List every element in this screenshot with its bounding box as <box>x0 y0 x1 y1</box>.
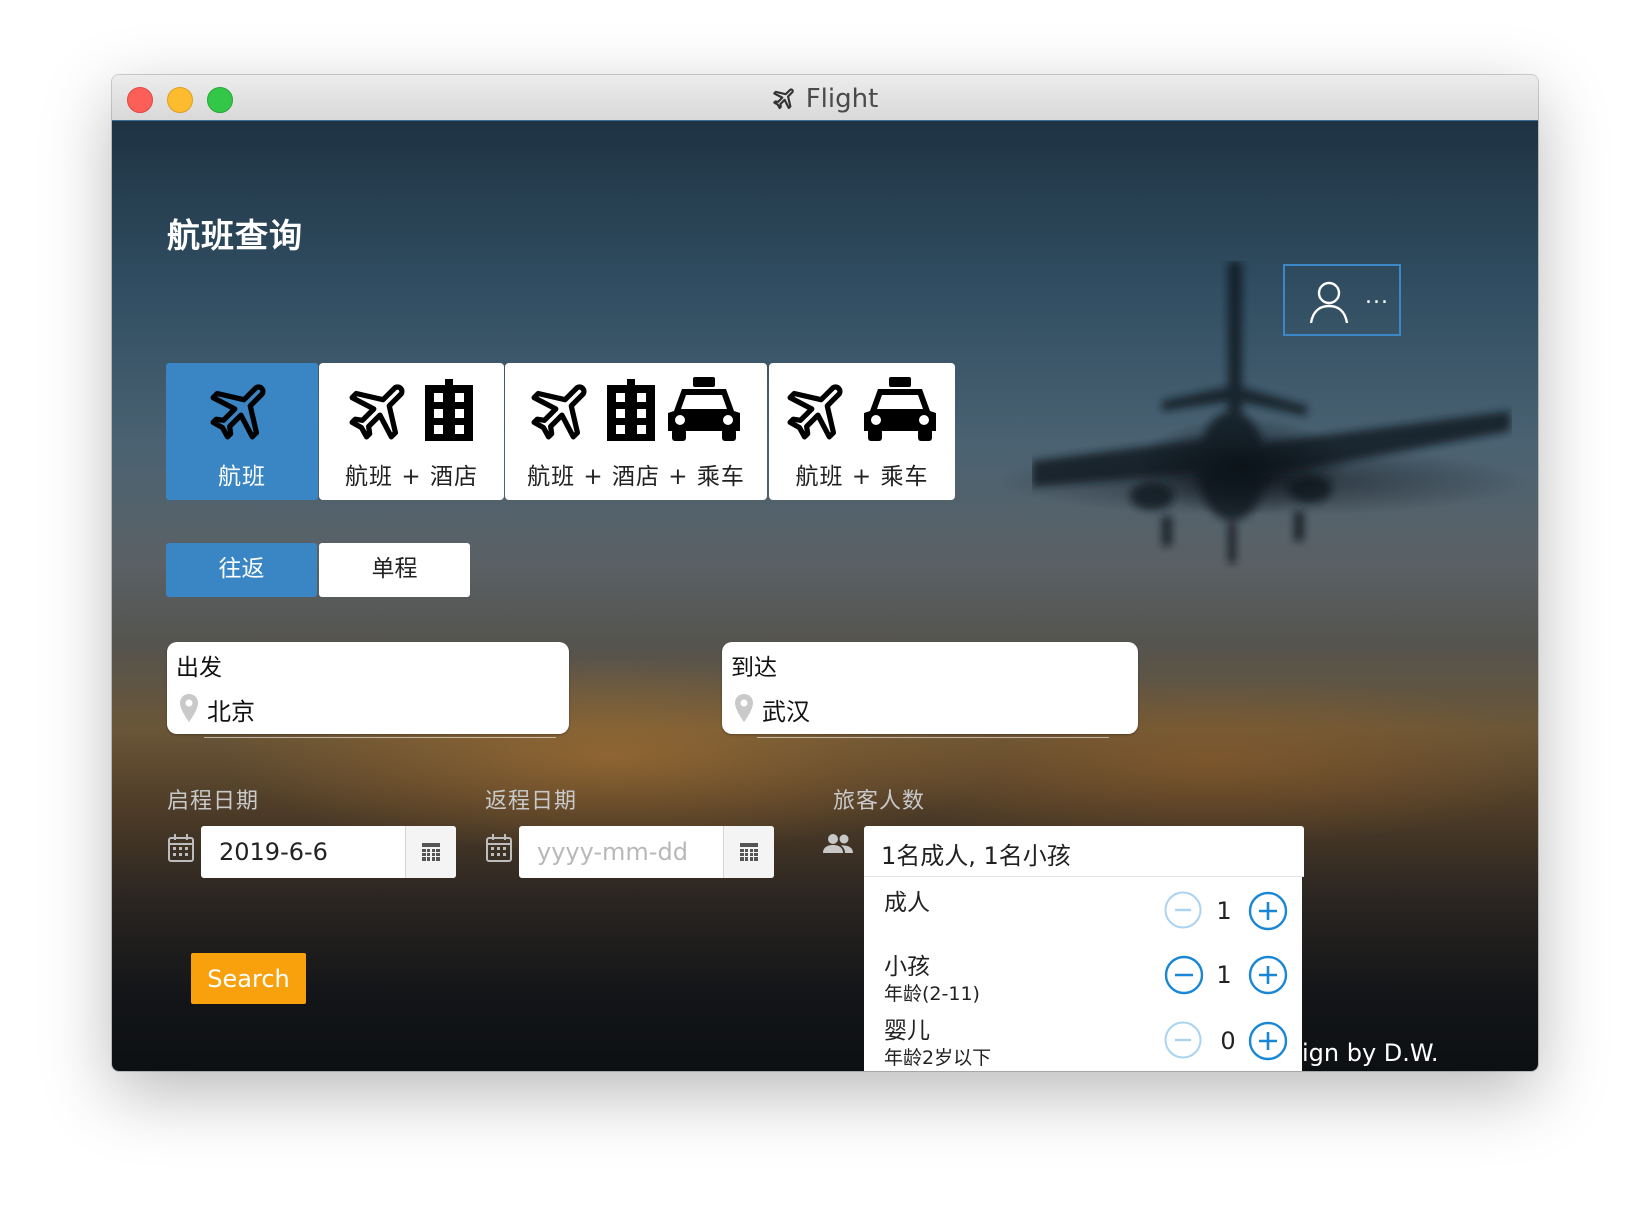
plus-circle-icon <box>1248 955 1288 995</box>
search-button[interactable]: Search <box>191 953 306 1004</box>
passenger-row-infant: 婴儿 年龄2岁以下 0 <box>864 1011 1302 1071</box>
tab-flight-car[interactable]: 航班 + 乘车 <box>769 363 955 500</box>
from-value: 北京 <box>207 698 255 726</box>
building-icon <box>607 379 655 441</box>
child-count: 1 <box>1216 961 1232 989</box>
title-bar: Flight <box>112 75 1538 121</box>
calendar-grid-icon <box>740 843 758 861</box>
depart-date-picker-button[interactable] <box>405 826 456 878</box>
tab-one-way[interactable]: 单程 <box>319 543 470 597</box>
infant-plus-button[interactable] <box>1248 1021 1288 1061</box>
to-underline <box>757 737 1109 738</box>
airplane-background-image <box>1032 261 1510 563</box>
return-date-field <box>519 826 774 878</box>
airplane-icon <box>772 85 798 118</box>
from-label: 出发 <box>176 655 222 681</box>
depart-date-input[interactable] <box>201 826 401 878</box>
adult-count: 1 <box>1216 897 1232 925</box>
passenger-row-child: 小孩 年龄(2-11) 1 <box>864 947 1302 1007</box>
page-title: 航班查询 <box>167 216 303 255</box>
building-icon <box>425 379 474 441</box>
depart-date-field <box>201 826 456 878</box>
tab-flight-hotel-label: 航班 + 酒店 <box>345 464 478 490</box>
child-age-hint: 年龄(2-11) <box>884 983 980 1005</box>
passengers-label: 旅客人数 <box>833 789 926 814</box>
plus-circle-icon <box>1248 1021 1288 1061</box>
people-icon <box>822 833 854 861</box>
footer-credit: ign by D.W. <box>1302 1039 1439 1067</box>
tab-flight-hotel-car[interactable]: 航班 + 酒店 + 乘车 <box>505 363 767 500</box>
tab-flight-car-label: 航班 + 乘车 <box>795 464 929 490</box>
user-icon <box>1307 280 1351 328</box>
airplane-icon <box>531 384 587 440</box>
adult-minus-button[interactable] <box>1164 891 1202 929</box>
passengers-popover: 成人 1 小孩 年龄(2-11) 1 婴儿 年龄2岁以下 0 <box>864 877 1302 1071</box>
infant-age-hint: 年龄2岁以下 <box>884 1047 992 1069</box>
from-underline <box>204 737 556 738</box>
tab-flight-hotel-car-label: 航班 + 酒店 + 乘车 <box>527 464 745 490</box>
infant-count: 0 <box>1220 1027 1236 1055</box>
child-label: 小孩 <box>884 954 930 980</box>
airplane-icon <box>210 384 266 440</box>
window-title-text: Flight <box>805 84 879 114</box>
return-date-picker-button[interactable] <box>723 826 774 878</box>
to-value: 武汉 <box>762 698 810 726</box>
map-pin-icon <box>734 693 754 727</box>
passenger-row-adult: 成人 1 <box>864 883 1302 943</box>
tab-flight-hotel[interactable]: 航班 + 酒店 <box>319 363 504 500</box>
tab-flight-label: 航班 <box>218 464 266 490</box>
calendar-icon <box>485 833 513 867</box>
main-content: 航班查询 ... 航班 航班 + 酒店 航班 + 酒店 + 乘车 航班 + 乘车… <box>112 121 1538 1071</box>
plus-circle-icon <box>1248 891 1288 931</box>
minus-circle-icon <box>1164 955 1204 995</box>
passengers-select[interactable]: 1名成人, 1名小孩 <box>864 826 1304 877</box>
from-field[interactable]: 出发 北京 <box>167 642 569 734</box>
depart-date-label: 启程日期 <box>167 789 260 814</box>
minus-circle-icon <box>1164 891 1202 929</box>
tab-round-trip[interactable]: 往返 <box>166 543 317 597</box>
airplane-icon <box>787 384 843 440</box>
tab-flight[interactable]: 航班 <box>166 363 318 500</box>
account-button[interactable]: ... <box>1283 264 1401 336</box>
calendar-grid-icon <box>422 843 440 861</box>
passengers-summary: 1名成人, 1名小孩 <box>881 842 1071 870</box>
taxi-icon <box>668 377 741 441</box>
airplane-icon <box>349 384 405 440</box>
infant-minus-button[interactable] <box>1164 1021 1202 1059</box>
child-minus-button[interactable] <box>1164 955 1204 995</box>
infant-label: 婴儿 <box>884 1018 930 1044</box>
return-date-label: 返程日期 <box>485 789 578 814</box>
calendar-icon <box>167 833 195 867</box>
taxi-icon <box>863 377 936 441</box>
adult-label: 成人 <box>884 890 930 916</box>
to-label: 到达 <box>731 655 777 681</box>
to-field[interactable]: 到达 武汉 <box>722 642 1138 734</box>
account-menu-dots: ... <box>1365 284 1389 309</box>
window-title: Flight <box>112 84 1538 118</box>
app-window: Flight 航班查询 ... 航班 航班 + 酒店 航班 + 酒店 + 乘车 … <box>112 75 1538 1071</box>
adult-plus-button[interactable] <box>1248 891 1288 931</box>
minus-circle-icon <box>1164 1021 1202 1059</box>
map-pin-icon <box>179 693 199 727</box>
return-date-input[interactable] <box>519 826 719 878</box>
child-plus-button[interactable] <box>1248 955 1288 995</box>
